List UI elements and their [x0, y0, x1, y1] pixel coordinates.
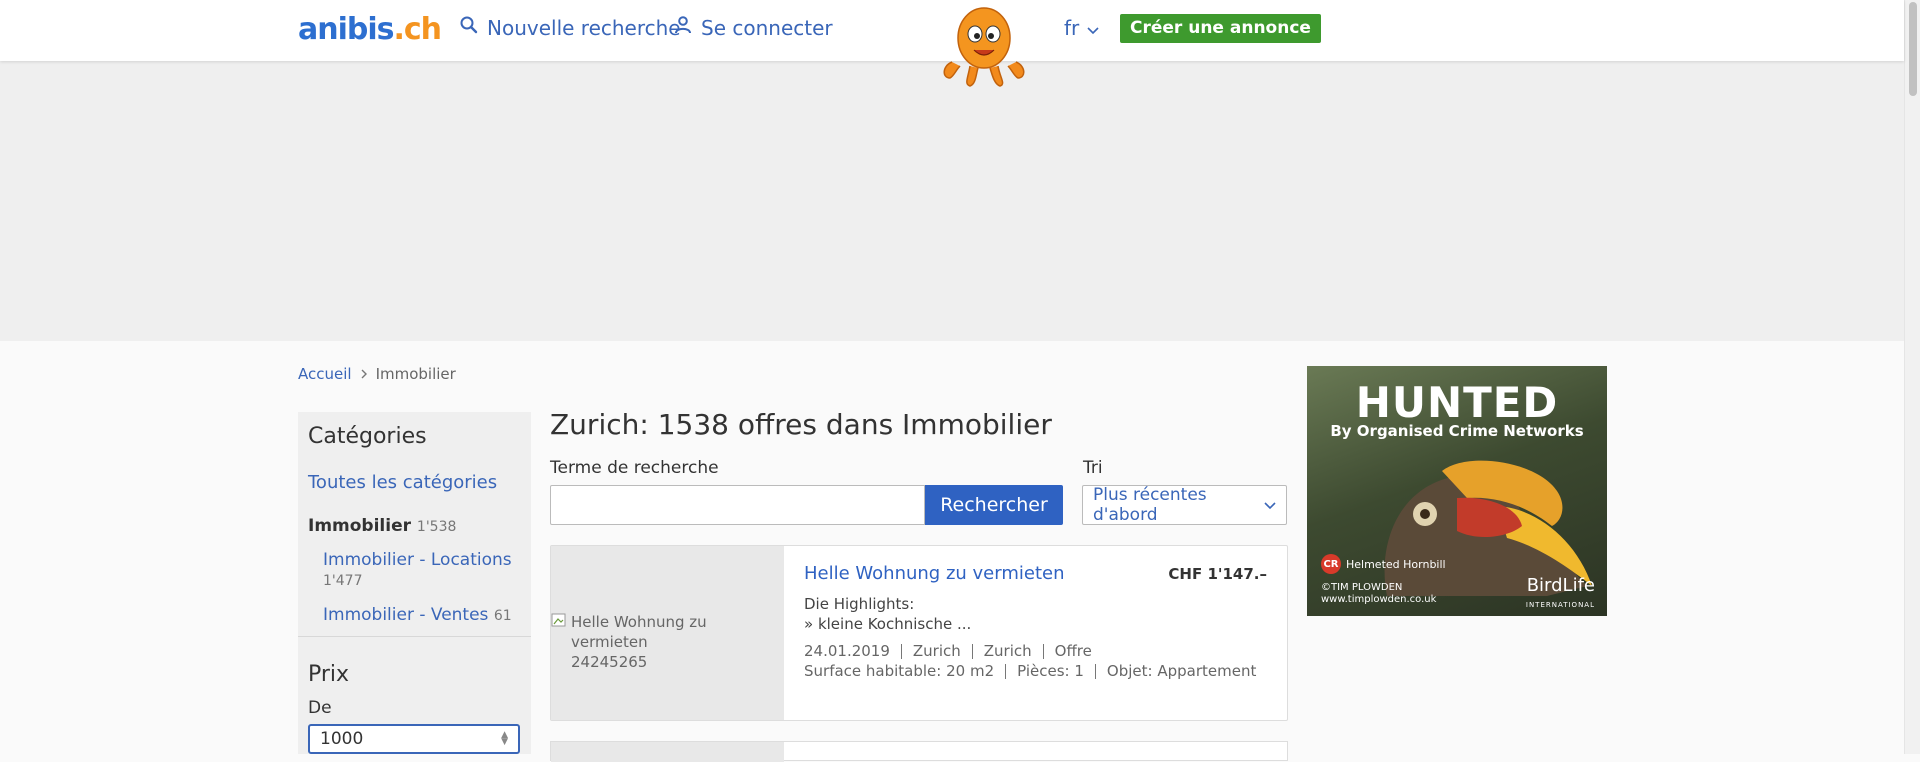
subcategory-label: Immobilier - Ventes [323, 605, 489, 625]
all-categories-link[interactable]: Toutes les catégories [308, 472, 497, 493]
breadcrumb: Accueil Immobilier [298, 365, 456, 383]
subcategory-sales-link[interactable]: Immobilier - Ventes 61 [323, 605, 512, 626]
image-alt-id: 24245265 [571, 653, 648, 671]
broken-image-alt: Helle Wohnung zu vermieten 24245265 [551, 612, 784, 672]
listing-description: Die Highlights: » kleine Kochnische ... [804, 594, 971, 634]
search-input[interactable] [550, 485, 925, 525]
sort-select[interactable]: Plus récentes d'abord [1082, 485, 1287, 525]
chevron-down-icon [1087, 16, 1099, 40]
brand-sub: INTERNATIONAL [1525, 601, 1595, 609]
category-label: Immobilier [308, 516, 411, 536]
listing-date: 24.01.2019 [804, 642, 890, 660]
brand-name: BirdLife [1526, 575, 1595, 596]
price-from-input[interactable]: 1000 ▲ ▼ [308, 724, 520, 754]
search-icon [459, 15, 479, 40]
description-line: Die Highlights: [804, 595, 915, 613]
price-from-value: 1000 [320, 729, 364, 749]
listing-card[interactable]: Helle Wohnung zu vermieten 24245265 Hell… [550, 545, 1288, 721]
listing-image[interactable] [551, 742, 784, 762]
scrollbar-thumb[interactable] [1909, 2, 1917, 96]
critically-endangered-badge: CR [1321, 554, 1341, 574]
categories-heading: Catégories [308, 424, 427, 449]
breadcrumb-current: Immobilier [375, 365, 456, 383]
ad-headline: HUNTED [1355, 378, 1559, 427]
anibis-logo[interactable]: anibis.ch [298, 12, 442, 47]
login-label: Se connecter [701, 15, 833, 40]
listing-price: CHF 1'147.– [1168, 565, 1267, 583]
top-ad-banner [0, 61, 1904, 341]
price-from-label: De [308, 698, 332, 718]
listing-surface: Surface habitable: 20 m2 [804, 662, 995, 680]
login-link[interactable]: Se connecter [673, 15, 833, 40]
ad-species: Helmeted Hornbill [1346, 557, 1446, 571]
language-value: fr [1064, 16, 1080, 40]
octopus-mascot-icon [940, 4, 1028, 88]
subcategory-label: Immobilier - Locations [323, 550, 512, 570]
side-ad-banner[interactable]: HUNTED By Organised Crime Networks CR He… [1307, 366, 1607, 616]
sidebar-divider [298, 636, 531, 637]
sort-label: Tri [1083, 458, 1103, 478]
listing-rooms: Pièces: 1 [1017, 662, 1084, 680]
listing-type: Offre [1054, 642, 1092, 660]
current-category: Immobilier 1'538 [308, 516, 456, 536]
language-selector[interactable]: fr [1064, 16, 1099, 40]
filter-sidebar: Catégories Toutes les catégories Immobil… [298, 412, 531, 754]
new-search-link[interactable]: Nouvelle recherche [459, 15, 681, 40]
credit-line: www.timplowden.co.uk [1321, 594, 1437, 605]
birdlife-logo: BirdLife INTERNATIONAL [1525, 575, 1595, 613]
page-scrollbar[interactable] [1904, 0, 1920, 754]
listing-image[interactable]: Helle Wohnung zu vermieten 24245265 [551, 546, 784, 720]
breadcrumb-home-link[interactable]: Accueil [298, 365, 352, 383]
results-title: Zurich: 1538 offres dans Immobilier [550, 408, 1052, 441]
chevron-down-icon [1264, 495, 1276, 515]
subcategory-rentals-link[interactable]: Immobilier - Locations 1'477 [323, 550, 512, 591]
price-heading: Prix [308, 662, 350, 687]
subcategory-count: 1'477 [323, 573, 363, 589]
ad-species-label: CR Helmeted Hornbill [1321, 554, 1446, 574]
chevron-right-icon [360, 365, 368, 383]
number-stepper-icon[interactable]: ▲ ▼ [501, 731, 508, 747]
listing-object: Objet: Appartement [1106, 662, 1257, 680]
listing-title[interactable]: Helle Wohnung zu vermieten [804, 563, 1064, 584]
subcategory-count: 61 [493, 608, 512, 624]
listing-location: Zurich [912, 642, 961, 660]
search-term-label: Terme de recherche [550, 458, 719, 478]
broken-image-icon [551, 612, 567, 672]
new-search-label: Nouvelle recherche [487, 15, 681, 40]
ad-credit: ©TIM PLOWDEN www.timplowden.co.uk [1321, 582, 1436, 606]
credit-line: ©TIM PLOWDEN [1321, 582, 1403, 593]
description-line: » kleine Kochnische ... [804, 615, 972, 633]
ad-subline: By Organised Crime Networks [1330, 422, 1584, 440]
user-icon [673, 15, 693, 40]
listing-location: Zurich [983, 642, 1032, 660]
sort-value: Plus récentes d'abord [1093, 485, 1207, 525]
listing-meta-row: 24.01.2019 Zurich Zurich Offre [804, 642, 1092, 660]
image-alt-text: Helle Wohnung zu vermieten [571, 613, 707, 651]
category-count: 1'538 [416, 519, 457, 535]
listing-details-row: Surface habitable: 20 m2 Pièces: 1 Objet… [804, 662, 1256, 680]
listing-card[interactable] [550, 741, 1288, 762]
create-ad-button[interactable]: Créer une annonce [1120, 14, 1321, 43]
search-button[interactable]: Rechercher [925, 485, 1063, 525]
